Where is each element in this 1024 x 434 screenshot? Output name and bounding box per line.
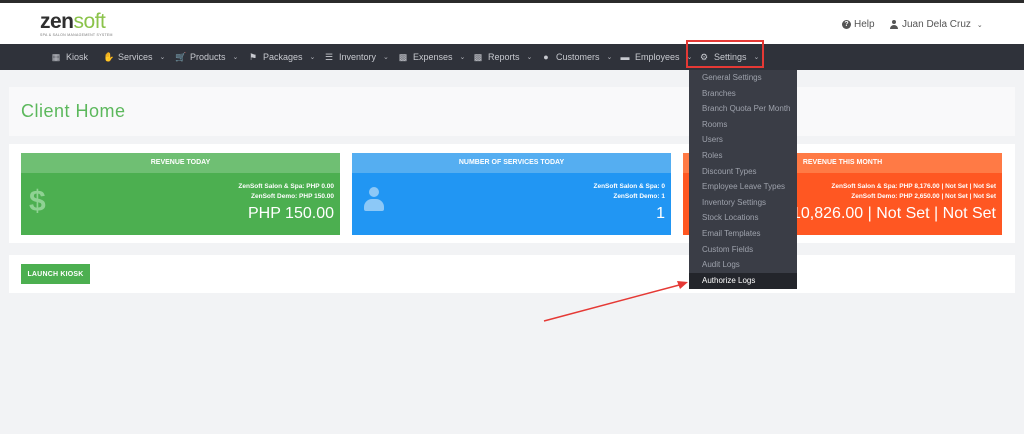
chevron-down-icon: ⌄ [159,54,166,61]
zensoft-logo[interactable]: zensoft SPA & SALON MANAGEMENT SYSTEM [40,10,113,37]
settings-menu-item[interactable]: Users [689,132,797,148]
chevron-down-icon: ⌄ [309,54,316,61]
chevron-down-icon: ⌄ [526,54,533,61]
settings-menu-item[interactable]: Inventory Settings [689,195,797,211]
nav-label: Reports [488,52,520,62]
help-link[interactable]: ? Help [842,19,875,30]
nav-item-products[interactable]: 🛒 Products ⌄ [175,44,238,70]
user-menu[interactable]: Juan Dela Cruz ⌄ [890,19,983,30]
nav-item-expenses[interactable]: ▩ Expenses ⌄ [398,44,466,70]
card-line: ZenSoft Salon & Spa: PHP 8,176.00 | Not … [831,183,996,190]
nav-item-employees[interactable]: ▬ Employees ⌄ [620,44,693,70]
settings-menu-item[interactable]: Discount Types [689,164,797,180]
settings-menu-item[interactable]: Rooms [689,117,797,133]
card-title: REVENUE TODAY [21,153,340,173]
nav-item-reports[interactable]: ▩ Reports ⌄ [473,44,533,70]
nav-item-inventory[interactable]: ☰ Inventory ⌄ [324,44,389,70]
settings-menu-item[interactable]: Email Templates [689,226,797,242]
title-panel [9,87,1015,136]
settings-menu-item[interactable]: Branches [689,86,797,102]
settings-menu-item[interactable]: General Settings [689,70,797,86]
settings-menu-item[interactable]: Roles [689,148,797,164]
kiosk-icon: ▦ [51,51,61,62]
user-name: Juan Dela Cruz [902,19,971,30]
nav-label: Customers [556,52,600,62]
nav-label: Services [118,52,153,62]
main-nav: ▦ Kiosk ✋ Services ⌄ 🛒 Products ⌄ ⚑ Pack… [0,44,1024,70]
nav-item-kiosk[interactable]: ▦ Kiosk [51,44,88,70]
settings-highlight-box [686,40,764,68]
nav-item-packages[interactable]: ⚑ Packages ⌄ [248,44,315,70]
card-icon: ▩ [398,51,408,62]
nav-item-customers[interactable]: ● Customers ⌄ [541,44,612,70]
dollar-icon: $ [29,185,46,218]
nav-item-services[interactable]: ✋ Services ⌄ [103,44,165,70]
kiosk-panel [9,255,1015,293]
chevron-down-icon: ⌄ [976,21,983,29]
revenue-today-card: REVENUE TODAY $ ZenSoft Salon & Spa: PHP… [21,153,340,235]
question-circle-icon: ? [842,20,851,29]
header: zensoft SPA & SALON MANAGEMENT SYSTEM ? … [0,3,1024,44]
settings-menu-item[interactable]: Stock Locations [689,210,797,226]
card-body: ZenSoft Salon & Spa: 0 ZenSoft Demo: 1 1 [352,173,671,235]
card-body: $ ZenSoft Salon & Spa: PHP 0.00 ZenSoft … [21,173,340,235]
bar-chart-icon: ▩ [473,51,483,62]
card-total: PHP 150.00 [248,205,334,222]
logo-tagline: SPA & SALON MANAGEMENT SYSTEM [40,33,113,37]
settings-menu-item-authorize-logs[interactable]: Authorize Logs [689,273,797,289]
launch-kiosk-button[interactable]: LAUNCH KIOSK [21,264,90,284]
card-line: ZenSoft Salon & Spa: 0 [593,183,665,190]
hand-icon: ✋ [103,51,115,62]
card-total: 1 [656,205,665,222]
nav-label: Products [190,52,226,62]
settings-menu-item[interactable]: Custom Fields [689,242,797,258]
chevron-down-icon: ⌄ [232,54,239,61]
settings-menu-item[interactable]: Branch Quota Per Month [689,101,797,117]
cart-icon: 🛒 [175,51,187,62]
nav-label: Kiosk [66,52,89,62]
settings-dropdown-menu: General Settings Branches Branch Quota P… [689,70,797,289]
list-icon: ☰ [324,51,334,62]
nav-label: Expenses [413,52,453,62]
page-title: Client Home [21,101,126,121]
nav-label: Packages [263,52,303,62]
chevron-down-icon: ⌄ [606,54,613,61]
card-title: NUMBER OF SERVICES TODAY [352,153,671,173]
id-card-icon: ▬ [620,52,630,62]
help-label: Help [854,19,875,30]
settings-menu-item[interactable]: Employee Leave Types [689,179,797,195]
users-icon: ● [543,52,549,62]
card-line: ZenSoft Demo: 1 [613,193,665,200]
card-line: ZenSoft Demo: PHP 2,650.00 | Not Set | N… [851,193,996,200]
chevron-down-icon: ⌄ [459,54,466,61]
user-icon [890,20,898,29]
nav-label: Inventory [339,52,377,62]
tag-icon: ⚑ [248,51,258,62]
nav-label: Employees [635,52,680,62]
card-line: ZenSoft Salon & Spa: PHP 0.00 [238,183,334,190]
services-today-card: NUMBER OF SERVICES TODAY ZenSoft Salon &… [352,153,671,235]
settings-menu-item[interactable]: Audit Logs [689,257,797,273]
logo-zen: zen [40,10,74,33]
logo-soft: soft [73,10,106,33]
chevron-down-icon: ⌄ [383,54,389,61]
card-line: ZenSoft Demo: PHP 150.00 [251,193,334,200]
user-icon [364,187,384,213]
